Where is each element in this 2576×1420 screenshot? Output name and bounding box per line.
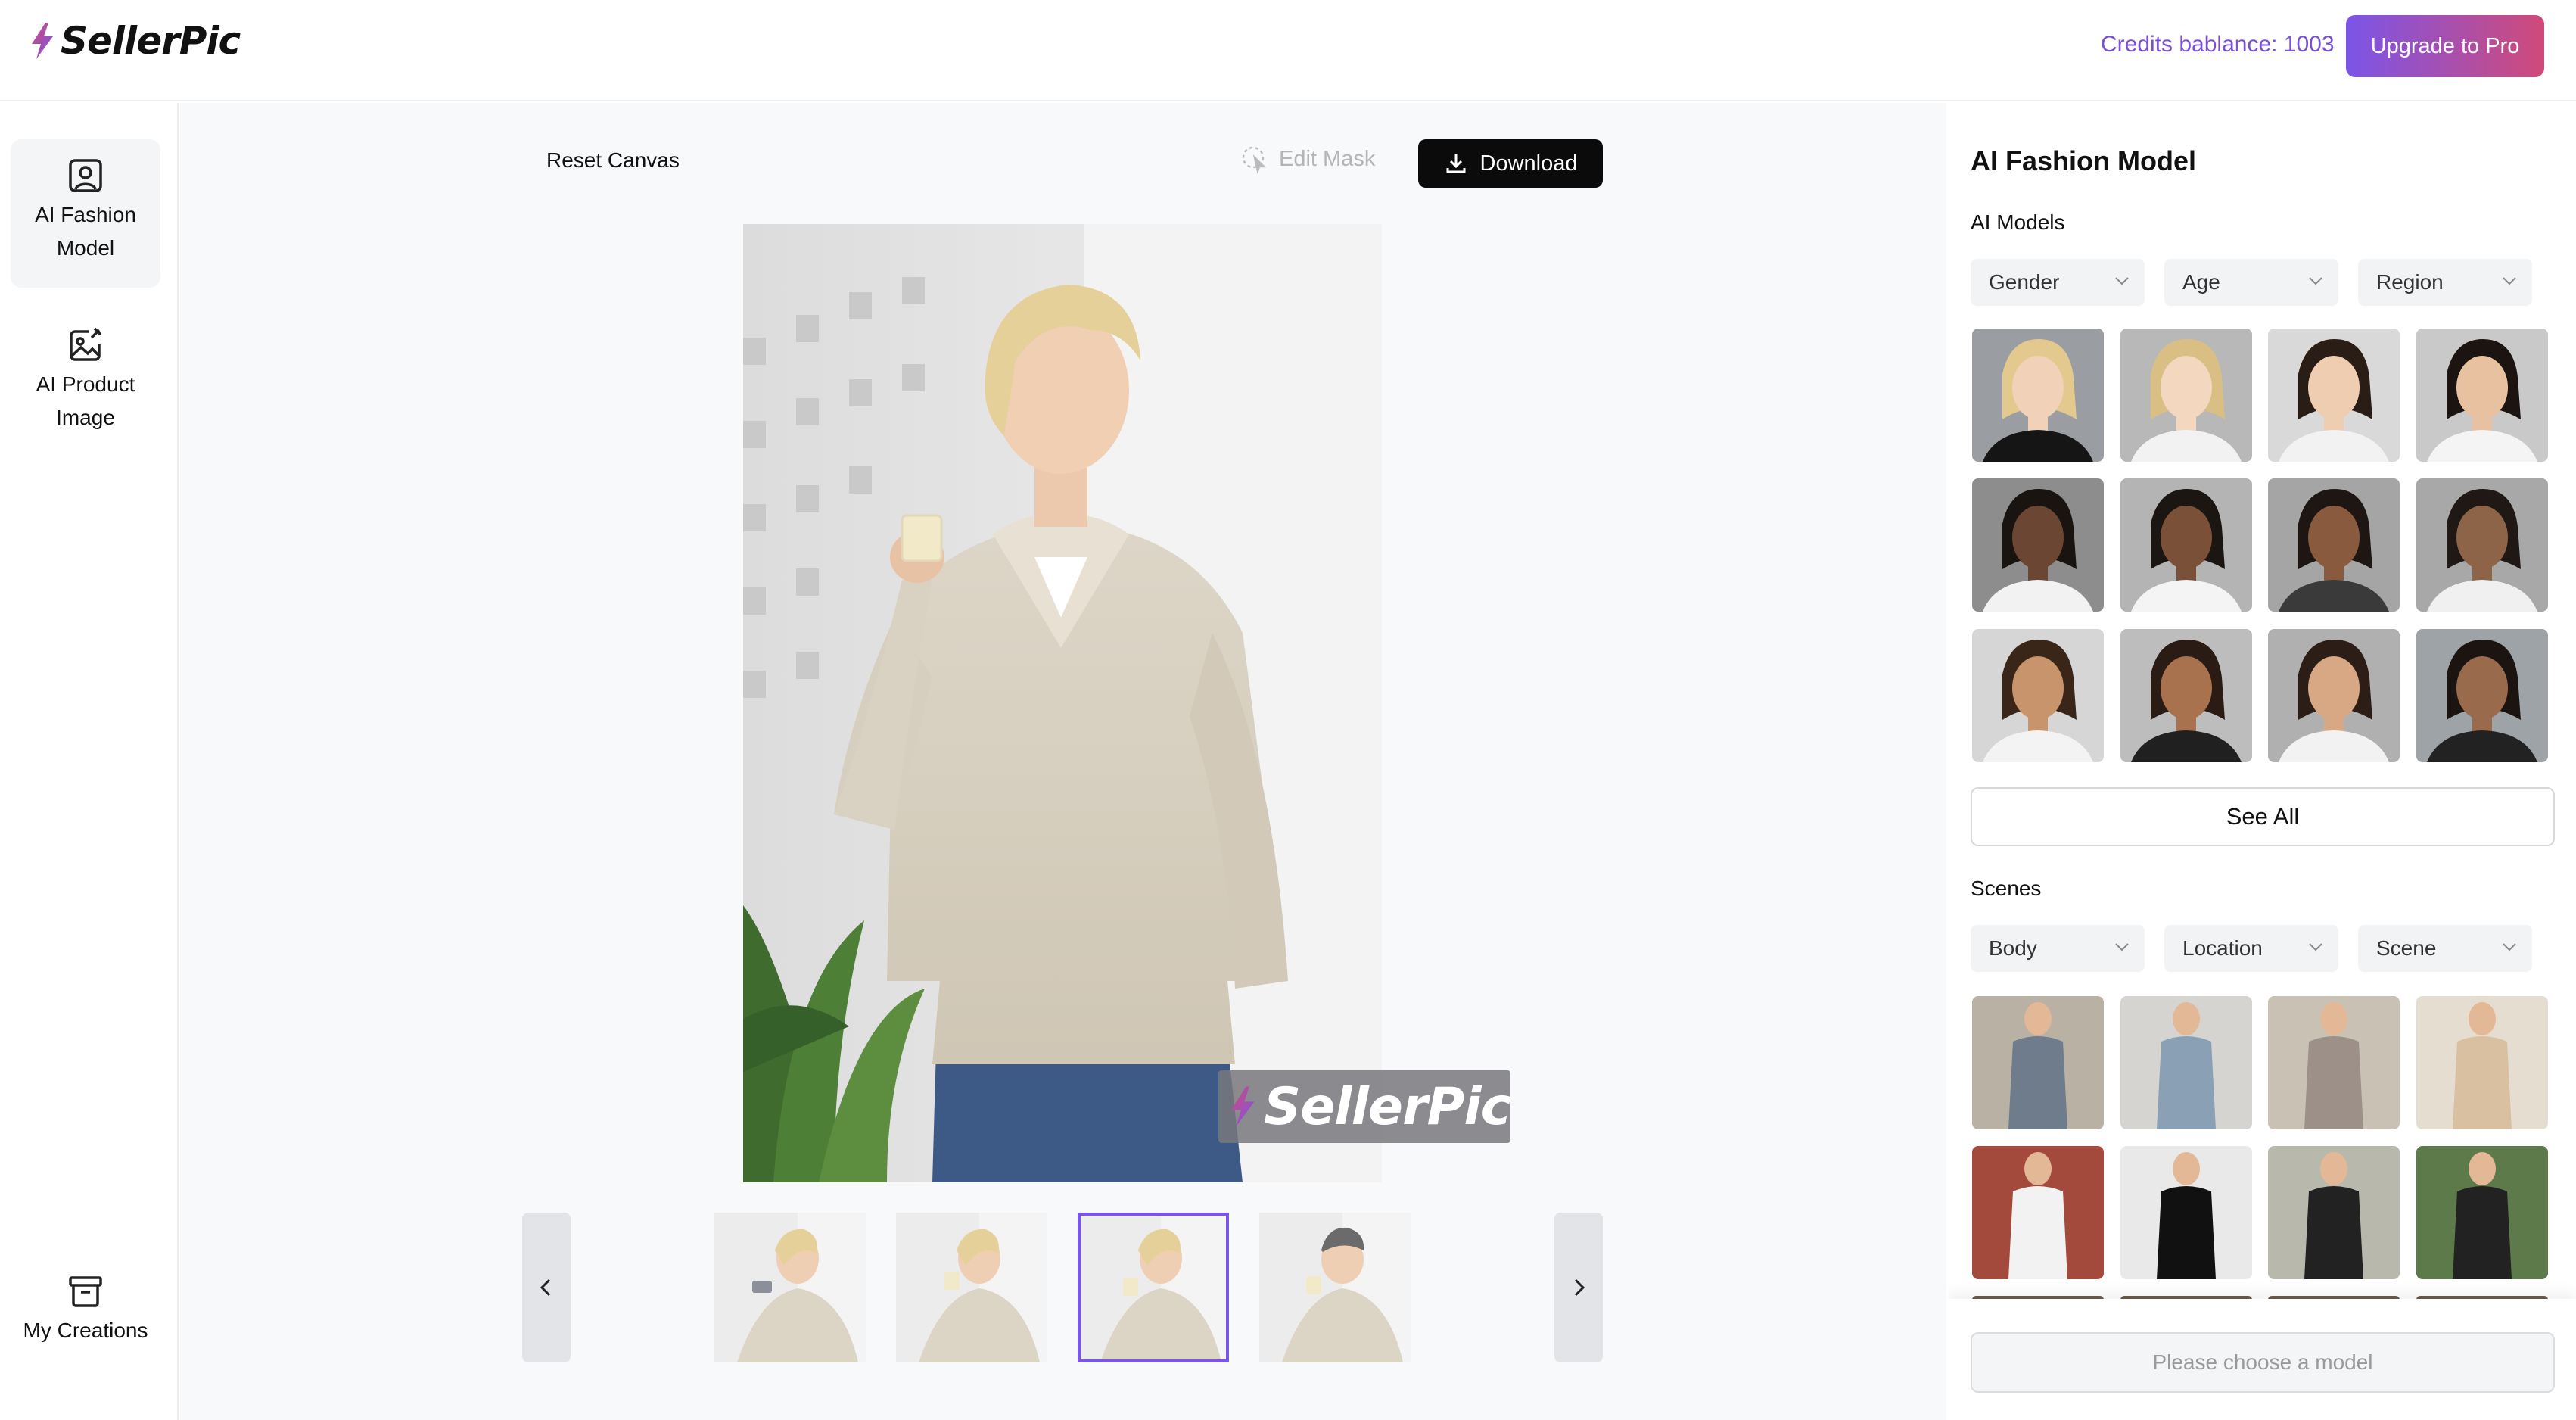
sidebar-item-ai-fashion-model[interactable]: AI Fashion Model: [11, 139, 160, 288]
filter-label: Gender: [1989, 270, 2060, 294]
model-option[interactable]: [2120, 478, 2252, 612]
model-option[interactable]: [2268, 329, 2400, 462]
result-thumbnail[interactable]: [1259, 1213, 1411, 1362]
lightning-logo-icon: [32, 23, 53, 59]
filter-label: Scene: [2376, 936, 2437, 960]
filter-label: Location: [2182, 936, 2263, 960]
previous-image-button[interactable]: [522, 1213, 571, 1362]
model-option[interactable]: [2120, 329, 2252, 462]
gender-filter[interactable]: Gender: [1971, 259, 2145, 306]
model-option[interactable]: [1972, 629, 2104, 762]
chevron-down-icon: [2115, 943, 2129, 951]
scene-option[interactable]: [2268, 996, 2400, 1129]
credits-balance: Credits bablance: 1003: [2101, 32, 2335, 57]
watermark-text: SellerPic: [1264, 1076, 1511, 1137]
left-sidebar: AI Fashion Model AI Product Image My Cre…: [0, 103, 179, 1420]
user-square-icon: [69, 159, 102, 192]
sidebar-item-label: My Creations: [23, 1319, 148, 1342]
brand-logo[interactable]: SellerPic: [27, 19, 241, 63]
right-panel: AI Fashion Model AI Models Gender Age Re…: [1948, 103, 2576, 1420]
main-canvas-image[interactable]: [743, 224, 1382, 1182]
filter-label: Body: [1989, 936, 2037, 960]
reset-canvas-button[interactable]: Reset Canvas: [546, 148, 680, 173]
scene-option[interactable]: [2416, 1146, 2548, 1279]
chevron-right-icon: [1574, 1278, 1585, 1297]
sidebar-item-my-creations[interactable]: My Creations: [11, 1255, 160, 1384]
upgrade-button[interactable]: Upgrade to Pro: [2346, 15, 2544, 77]
choose-model-button[interactable]: Please choose a model: [1971, 1332, 2555, 1393]
sidebar-item-label: AI Product Image: [36, 372, 135, 429]
archive-icon: [69, 1276, 102, 1307]
chevron-down-icon: [2309, 277, 2322, 285]
scene-option[interactable]: [2416, 996, 2548, 1129]
scene-filter[interactable]: Scene: [2358, 925, 2532, 972]
see-all-button[interactable]: See All: [1971, 787, 2555, 846]
scene-option[interactable]: [1972, 1146, 2104, 1279]
generate-bar: Please choose a model: [1948, 1299, 2576, 1420]
model-option[interactable]: [2268, 629, 2400, 762]
download-button[interactable]: Download: [1418, 139, 1603, 188]
location-filter[interactable]: Location: [2164, 925, 2338, 972]
filter-label: Age: [2182, 270, 2220, 294]
model-option[interactable]: [2120, 629, 2252, 762]
brand-name: SellerPic: [61, 19, 241, 63]
result-thumbnail[interactable]: [714, 1213, 866, 1362]
edit-mask-button[interactable]: Edit Mask: [1240, 144, 1375, 174]
scene-option[interactable]: [2268, 1146, 2400, 1279]
download-icon: [1446, 154, 1465, 173]
lasso-cursor-icon: [1242, 146, 1267, 174]
panel-title: AI Fashion Model: [1971, 145, 2197, 176]
watermark-badge: SellerPic: [1218, 1070, 1511, 1143]
sidebar-item-ai-product-image[interactable]: AI Product Image: [11, 309, 160, 457]
lightning-logo-icon: [1230, 1086, 1255, 1127]
result-thumbnail[interactable]: [896, 1213, 1047, 1362]
scenes-label: Scenes: [1971, 877, 2042, 900]
sidebar-item-label: AI Fashion Model: [35, 203, 136, 260]
model-option[interactable]: [1972, 329, 2104, 462]
scene-option[interactable]: [1972, 996, 2104, 1129]
scene-option[interactable]: [2120, 996, 2252, 1129]
edit-mask-label: Edit Mask: [1279, 146, 1376, 171]
model-option[interactable]: [2416, 478, 2548, 612]
region-filter[interactable]: Region: [2358, 259, 2532, 306]
canvas-area: Reset Canvas Edit Mask Download SellerPi…: [180, 103, 1946, 1420]
model-option[interactable]: [2268, 478, 2400, 612]
scene-option[interactable]: [2120, 1146, 2252, 1279]
model-option[interactable]: [2416, 329, 2548, 462]
ai-models-label: AI Models: [1971, 210, 2065, 234]
next-image-button[interactable]: [1554, 1213, 1603, 1362]
image-edit-icon: [70, 327, 102, 361]
model-option[interactable]: [1972, 478, 2104, 612]
filter-label: Region: [2376, 270, 2444, 294]
chevron-down-icon: [2503, 277, 2516, 285]
download-label: Download: [1479, 151, 1578, 176]
model-option[interactable]: [2416, 629, 2548, 762]
chevron-down-icon: [2309, 943, 2322, 951]
result-thumbnail-selected[interactable]: [1078, 1213, 1229, 1362]
chevron-down-icon: [2115, 277, 2129, 285]
chevron-down-icon: [2503, 943, 2516, 951]
chevron-left-icon: [540, 1278, 551, 1297]
top-header: SellerPic Credits bablance: 1003 Upgrade…: [0, 0, 2576, 101]
age-filter[interactable]: Age: [2164, 259, 2338, 306]
body-filter[interactable]: Body: [1971, 925, 2145, 972]
